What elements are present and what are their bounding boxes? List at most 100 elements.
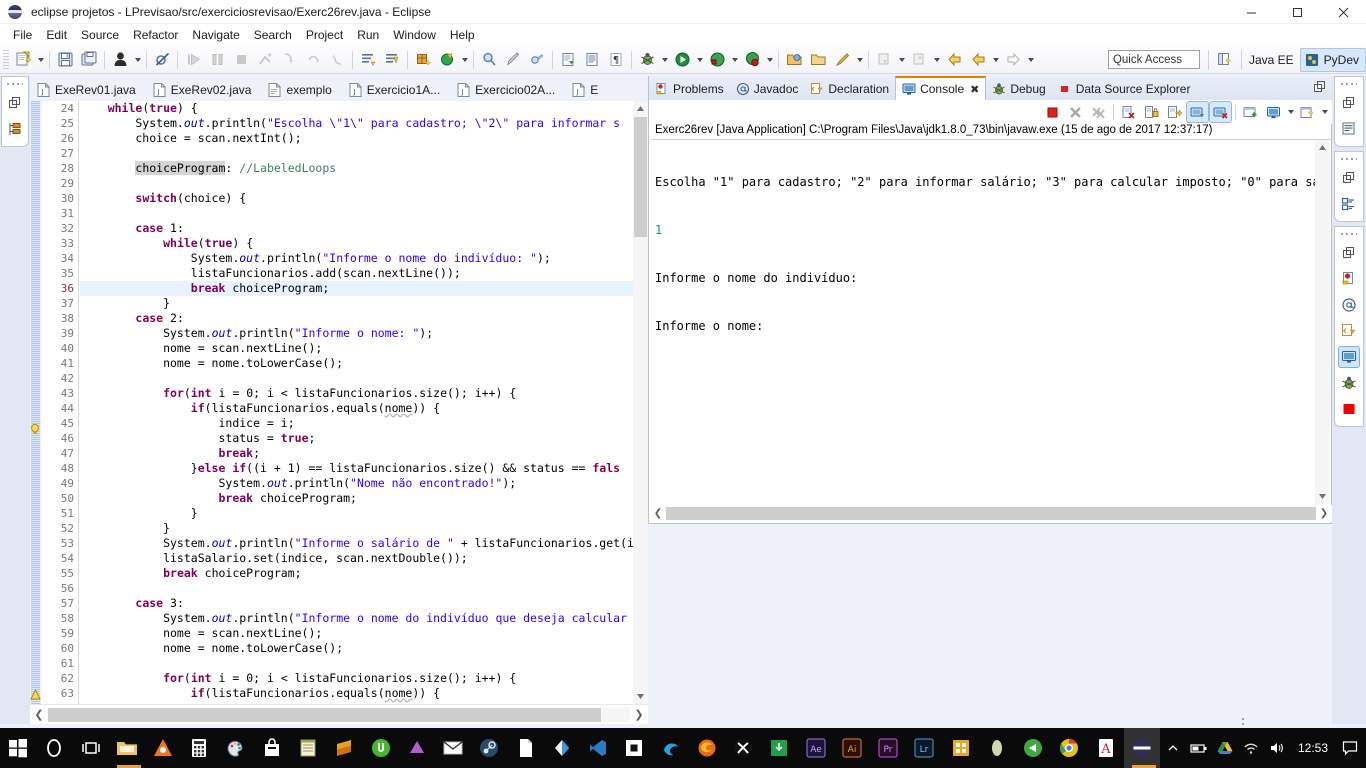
rail-grip[interactable] bbox=[1341, 156, 1357, 162]
previous-annotation-icon[interactable] bbox=[381, 49, 403, 71]
editor-tab-partial[interactable]: J E bbox=[565, 78, 608, 101]
open-task-icon[interactable] bbox=[557, 49, 579, 71]
run-external-icon[interactable] bbox=[706, 49, 728, 71]
file-explorer-button[interactable] bbox=[109, 728, 145, 768]
menu-refactor[interactable]: Refactor bbox=[126, 26, 185, 44]
menu-project[interactable]: Project bbox=[299, 26, 350, 44]
restore-icon[interactable] bbox=[1339, 93, 1359, 113]
next-edit-dropdown[interactable] bbox=[896, 49, 907, 71]
run-coverage-dropdown[interactable] bbox=[764, 49, 775, 71]
quickfix-bulb-icon[interactable] bbox=[30, 423, 41, 436]
skip-breakpoints-icon[interactable] bbox=[151, 49, 173, 71]
package-explorer-icon[interactable] bbox=[5, 119, 25, 139]
restore-icon[interactable] bbox=[1339, 243, 1359, 263]
editor-horizontal-scrollbar[interactable]: ❮ ❯ bbox=[30, 704, 648, 724]
declaration-icon[interactable] bbox=[1339, 321, 1359, 341]
save-icon[interactable] bbox=[54, 49, 76, 71]
close-icon[interactable]: ✖ bbox=[970, 83, 979, 96]
console-vertical-scrollbar[interactable] bbox=[1315, 140, 1330, 504]
scroll-left-arrow[interactable]: ❮ bbox=[30, 706, 48, 724]
edge-button[interactable] bbox=[653, 728, 689, 768]
format-brush-dropdown[interactable] bbox=[854, 49, 865, 71]
utorrent-button[interactable] bbox=[363, 728, 399, 768]
chevron-up-icon[interactable] bbox=[1160, 728, 1186, 768]
green-app-button[interactable] bbox=[761, 728, 797, 768]
editor-body[interactable]: 24 25 26 27 28 29 30 31 32 33 34 35 36 3… bbox=[30, 101, 648, 724]
diamond-app-button[interactable] bbox=[544, 728, 580, 768]
display-selected-console-icon[interactable] bbox=[1209, 101, 1232, 123]
next-arrow-dropdown[interactable] bbox=[1025, 49, 1036, 71]
drive-icon[interactable] bbox=[1212, 728, 1238, 768]
vscode-button[interactable] bbox=[580, 728, 616, 768]
minimize-button[interactable] bbox=[1228, 0, 1274, 24]
toolbar-grip[interactable] bbox=[3, 49, 9, 70]
run-icon[interactable] bbox=[671, 49, 693, 71]
editor-tab-exemplo[interactable]: exemplo bbox=[261, 78, 341, 101]
task-list-icon[interactable] bbox=[1339, 194, 1359, 214]
save-all-icon[interactable] bbox=[78, 49, 100, 71]
purple-app-button[interactable] bbox=[399, 728, 435, 768]
sublime-button[interactable] bbox=[326, 728, 362, 768]
menu-search[interactable]: Search bbox=[247, 26, 299, 44]
perspective-pydev[interactable]: PyDev bbox=[1299, 47, 1366, 72]
new-java-package-icon[interactable] bbox=[412, 49, 434, 71]
debug-icon[interactable] bbox=[636, 49, 658, 71]
start-button[interactable] bbox=[0, 728, 36, 768]
olive-app-button[interactable] bbox=[979, 728, 1015, 768]
warning-icon[interactable] bbox=[30, 689, 41, 701]
editor-tab-exerev01[interactable]: J ExeRev01.java bbox=[30, 78, 146, 101]
scroll-to-end-icon[interactable] bbox=[1164, 102, 1185, 122]
debug-bug-ic on[interactable] bbox=[1339, 373, 1359, 393]
tab-javadoc[interactable]: Javadoc bbox=[730, 77, 805, 100]
eclipse-button[interactable] bbox=[1123, 728, 1160, 768]
scroll-thumb[interactable] bbox=[634, 117, 647, 237]
pilcrow-icon[interactable]: ¶ bbox=[605, 49, 627, 71]
scroll-lock-icon[interactable] bbox=[1141, 102, 1162, 122]
scroll-left-arrow[interactable]: ❮ bbox=[650, 506, 666, 521]
chscroll-thumb[interactable] bbox=[666, 507, 1316, 520]
notepad-button[interactable] bbox=[290, 728, 326, 768]
illustrator-button[interactable]: Ai bbox=[834, 728, 870, 768]
editor-tab-exerev02[interactable]: J ExeRev02.java bbox=[146, 78, 262, 101]
premiere-button[interactable]: Pr bbox=[870, 728, 906, 768]
clear-console-icon[interactable] bbox=[1118, 102, 1139, 122]
restore-icon[interactable] bbox=[1339, 168, 1359, 188]
menu-navigate[interactable]: Navigate bbox=[185, 26, 246, 44]
next-annotation-icon[interactable] bbox=[357, 49, 379, 71]
back-arrow-icon[interactable] bbox=[943, 49, 965, 71]
editor-tab-exercicio02a[interactable]: J Exercicio02A... bbox=[450, 78, 565, 101]
open-folder-icon[interactable] bbox=[783, 49, 805, 71]
outline-icon[interactable] bbox=[1339, 119, 1359, 139]
person-icon[interactable] bbox=[109, 49, 131, 71]
menu-file[interactable]: File bbox=[6, 26, 39, 44]
open-folder-2-icon[interactable] bbox=[807, 49, 829, 71]
tab-problems[interactable]: Problems bbox=[649, 77, 730, 100]
rail-grip[interactable] bbox=[7, 81, 23, 87]
display-console-icon[interactable] bbox=[1263, 102, 1284, 122]
maximize-panel-icon[interactable] bbox=[1313, 80, 1329, 96]
menu-run[interactable]: Run bbox=[350, 26, 386, 44]
scroll-up-arrow[interactable] bbox=[633, 101, 648, 116]
new-console-dropdown[interactable] bbox=[1319, 101, 1330, 123]
rail-grip[interactable] bbox=[1341, 231, 1357, 237]
open-console-icon[interactable] bbox=[1240, 102, 1261, 122]
menu-help[interactable]: Help bbox=[443, 26, 482, 44]
chscroll-track[interactable] bbox=[666, 507, 1316, 520]
rail-grip[interactable] bbox=[1341, 81, 1357, 87]
pin-console-icon[interactable] bbox=[1186, 101, 1209, 123]
display-console-dropdown[interactable] bbox=[1285, 101, 1296, 123]
task-view-button[interactable] bbox=[73, 728, 109, 768]
previous-edit-dropdown[interactable] bbox=[931, 49, 942, 71]
hscroll-track[interactable] bbox=[48, 707, 630, 722]
pencil-icon[interactable] bbox=[502, 49, 524, 71]
run-dropdown[interactable] bbox=[694, 49, 705, 71]
menu-edit[interactable]: Edit bbox=[39, 26, 74, 44]
console-horizontal-scrollbar[interactable]: ❮ ❯ bbox=[650, 505, 1332, 522]
menu-source[interactable]: Source bbox=[74, 26, 126, 44]
menu-window[interactable]: Window bbox=[386, 26, 443, 44]
run-coverage-icon[interactable] bbox=[741, 49, 763, 71]
forward-dropdown[interactable] bbox=[990, 49, 1001, 71]
perspective-java-ee[interactable]: Java EE bbox=[1246, 48, 1300, 72]
javadoc-at-icon[interactable] bbox=[1339, 295, 1359, 315]
maximize-button[interactable] bbox=[1274, 0, 1320, 24]
